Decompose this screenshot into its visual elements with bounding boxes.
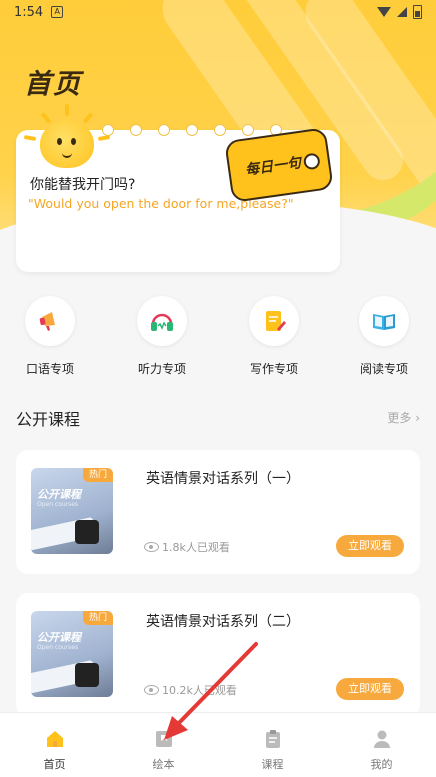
eye-icon	[144, 685, 159, 695]
tab-label: 我的	[370, 758, 393, 771]
person-icon	[373, 730, 390, 748]
tab-home[interactable]: 首页	[0, 713, 109, 777]
tab-label: 绘本	[152, 758, 175, 771]
thumb-title: 公开课程	[37, 631, 81, 644]
daily-sentence-tag-label: 每日一句	[244, 155, 303, 179]
thumb-title: 公开课程	[37, 488, 81, 501]
course-thumbnail: 公开课程 Open courses 热门	[31, 611, 113, 697]
picture-book-icon	[155, 731, 172, 747]
category-speaking[interactable]: 口语专项	[10, 296, 90, 377]
tab-label: 课程	[261, 758, 284, 771]
notepad-pen-icon	[249, 296, 299, 346]
page-title: 首页	[24, 69, 82, 100]
card-binding-rings	[74, 124, 282, 136]
eye-icon	[144, 542, 159, 552]
watch-now-button[interactable]: 立即观看	[336, 678, 404, 700]
tab-label: 首页	[43, 758, 66, 771]
signal-icon	[397, 7, 407, 17]
category-label: 写作专项	[249, 362, 298, 376]
sentence-chinese: 你能替我开门吗?	[30, 177, 136, 193]
course-card[interactable]: 公开课程 Open courses 热门 英语情景对话系列（二） 10.2k人已…	[16, 593, 420, 717]
ink-bottle-icon	[75, 663, 99, 687]
megaphone-icon	[25, 296, 75, 346]
headphones-icon	[137, 296, 187, 346]
ink-bottle-icon	[75, 520, 99, 544]
more-label: 更多	[387, 411, 412, 425]
category-shortcuts: 口语专项 听力专项 写作专项 阅读专项	[0, 296, 436, 376]
tab-picture-book[interactable]: 绘本	[109, 713, 218, 777]
hot-badge: 热门	[83, 611, 113, 625]
wifi-icon	[377, 7, 391, 17]
tag-hole	[302, 152, 321, 171]
hot-badge: 热门	[83, 468, 113, 482]
chevron-right-icon: ›	[415, 411, 420, 425]
open-book-icon	[359, 296, 409, 346]
tab-courses[interactable]: 课程	[218, 713, 327, 777]
status-time: 1:54	[14, 4, 44, 20]
course-card[interactable]: 公开课程 Open courses 热门 英语情景对话系列（一） 1.8k人已观…	[16, 450, 420, 574]
section-title-public-courses: 公开课程	[16, 410, 81, 429]
thumb-subtitle: Open courses	[37, 644, 79, 651]
sun-mascot-icon	[23, 104, 111, 168]
views-count: 10.2k人已观看	[162, 684, 237, 697]
course-views: 10.2k人已观看	[144, 682, 237, 698]
category-writing[interactable]: 写作专项	[234, 296, 314, 377]
battery-icon	[413, 5, 422, 19]
course-views: 1.8k人已观看	[144, 539, 230, 555]
thumb-subtitle: Open courses	[37, 501, 79, 508]
category-listening[interactable]: 听力专项	[122, 296, 202, 377]
category-reading[interactable]: 阅读专项	[344, 296, 424, 377]
tab-mine[interactable]: 我的	[327, 713, 436, 777]
notification-icon: A	[51, 6, 64, 18]
clipboard-icon	[265, 730, 280, 748]
category-label: 阅读专项	[359, 362, 408, 376]
bottom-tab-bar: 首页 绘本 课程 我的	[0, 712, 436, 777]
status-bar: 1:54 A	[0, 0, 436, 24]
course-title: 英语情景对话系列（一）	[146, 471, 300, 487]
home-icon	[46, 731, 63, 747]
category-label: 口语专项	[25, 362, 74, 376]
more-link[interactable]: 更多 ›	[387, 409, 420, 426]
course-thumbnail: 公开课程 Open courses 热门	[31, 468, 113, 554]
course-title: 英语情景对话系列（二）	[146, 614, 300, 630]
category-label: 听力专项	[137, 362, 186, 376]
watch-now-button[interactable]: 立即观看	[336, 535, 404, 557]
views-count: 1.8k人已观看	[162, 541, 230, 554]
